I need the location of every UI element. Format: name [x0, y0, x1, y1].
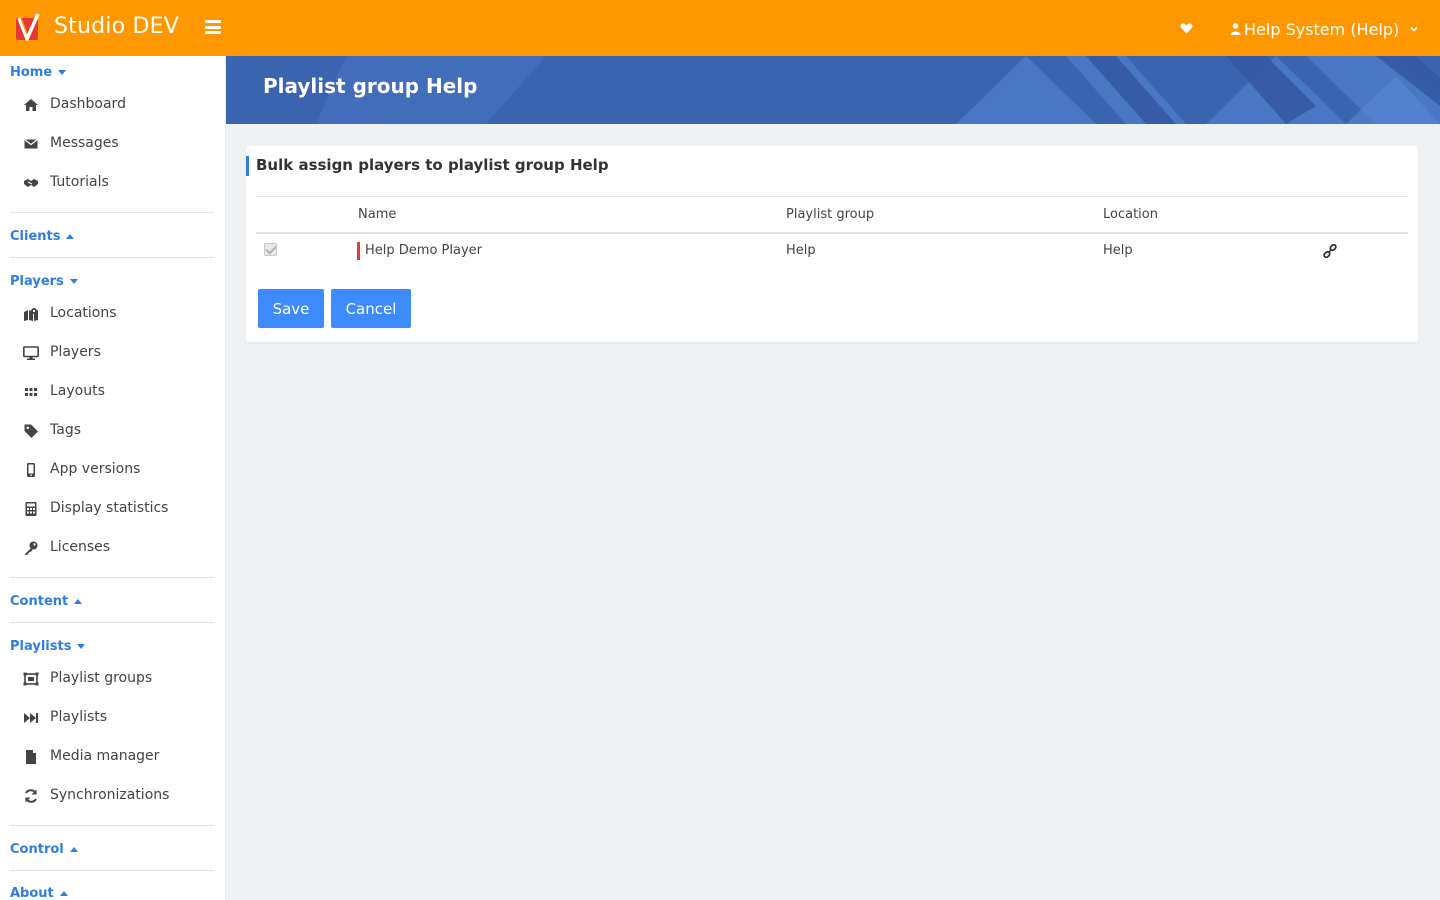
sidebar-item-label: Display statistics [50, 500, 169, 516]
sidebar-item-label: Playlist groups [50, 670, 153, 686]
object-group-icon [23, 672, 39, 686]
sidebar-section-home[interactable]: Home [10, 65, 67, 80]
caret-down-icon [77, 644, 86, 649]
sidebar-item-tutorials[interactable]: Tutorials [0, 168, 225, 198]
column-header-playlist-group[interactable]: Playlist group [786, 207, 874, 222]
caret-down-icon [58, 70, 67, 75]
sidebar-item-label: App versions [50, 461, 141, 477]
sidebar: Home Dashboard Messages Tutorials Client… [0, 56, 226, 900]
caret-up-icon [66, 234, 75, 239]
sidebar-item-playlist-groups[interactable]: Playlist groups [0, 664, 225, 694]
tag-icon [24, 424, 38, 438]
menu-toggle-icon[interactable] [205, 20, 221, 34]
sidebar-item-locations[interactable]: Locations [0, 299, 225, 329]
save-button[interactable]: Save [258, 289, 324, 328]
status-indicator [357, 242, 360, 260]
sidebar-item-media-manager[interactable]: Media manager [0, 742, 225, 772]
location-value: Help [1103, 243, 1133, 258]
section-label: Clients [10, 229, 61, 244]
sidebar-section-about[interactable]: About [10, 886, 68, 900]
sidebar-item-layouts[interactable]: Layouts [0, 377, 225, 407]
sidebar-item-label: Layouts [50, 383, 105, 399]
page-title: Playlist group Help [263, 74, 478, 98]
caret-up-icon [74, 599, 83, 604]
sidebar-item-messages[interactable]: Messages [0, 129, 225, 159]
caret-up-icon [59, 891, 68, 896]
sidebar-item-label: Messages [50, 135, 119, 151]
column-header-location[interactable]: Location [1103, 207, 1158, 222]
home-icon [24, 99, 38, 111]
sidebar-item-licenses[interactable]: Licenses [0, 533, 225, 563]
top-bar: Studio DEV Help System (Help) [0, 0, 1440, 56]
fast-forward-icon [24, 713, 38, 723]
section-label: About [10, 886, 54, 900]
sidebar-divider [10, 577, 214, 578]
sync-icon [25, 789, 37, 803]
section-label: Content [10, 594, 69, 609]
table-header-divider [256, 232, 1408, 234]
caret-down-icon [69, 279, 78, 284]
sidebar-item-synchronizations[interactable]: Synchronizations [0, 781, 225, 811]
sidebar-item-display-statistics[interactable]: Display statistics [0, 494, 225, 524]
calculator-icon [25, 502, 37, 516]
envelope-icon [24, 139, 38, 149]
card-header: Bulk assign players to playlist group He… [246, 146, 1418, 186]
player-name: Help Demo Player [365, 243, 482, 258]
table-top-border [256, 196, 1408, 197]
heart-icon[interactable] [1180, 22, 1193, 35]
sidebar-section-clients[interactable]: Clients [10, 229, 75, 244]
monitor-icon [23, 346, 39, 360]
sidebar-item-label: Tags [50, 422, 81, 438]
user-name: Help System (Help) [1244, 19, 1400, 39]
mobile-icon [27, 463, 35, 477]
card-title: Bulk assign players to playlist group He… [256, 156, 609, 174]
sidebar-section-content[interactable]: Content [10, 594, 83, 609]
sidebar-item-label: Media manager [50, 748, 160, 764]
sidebar-item-label: Licenses [50, 539, 111, 555]
sidebar-divider [10, 825, 214, 826]
sidebar-item-app-versions[interactable]: App versions [0, 455, 225, 485]
sidebar-item-label: Dashboard [50, 96, 126, 112]
sidebar-item-label: Synchronizations [50, 787, 170, 803]
sidebar-item-label: Players [50, 344, 101, 360]
app-title: Studio DEV [54, 14, 179, 39]
user-menu[interactable]: Help System (Help) [1230, 18, 1419, 40]
section-label: Players [10, 274, 64, 289]
key-icon [25, 541, 38, 555]
handshake-icon [24, 179, 38, 187]
playlist-group-value: Help [786, 243, 816, 258]
caret-up-icon [69, 847, 78, 852]
sidebar-divider [10, 622, 214, 623]
header-accent [246, 156, 249, 176]
section-label: Home [10, 65, 53, 80]
link-icon[interactable] [1323, 244, 1337, 258]
user-icon [1230, 23, 1241, 35]
row-checkbox[interactable] [264, 243, 277, 256]
page-banner: Playlist group Help [226, 56, 1440, 124]
cancel-button[interactable]: Cancel [331, 289, 411, 328]
sidebar-item-label: Tutorials [50, 174, 109, 190]
sidebar-section-players[interactable]: Players [10, 274, 78, 289]
sidebar-divider [10, 257, 214, 258]
section-label: Playlists [10, 639, 72, 654]
sidebar-section-control[interactable]: Control [10, 842, 78, 857]
section-label: Control [10, 842, 64, 857]
chevron-down-icon [1410, 26, 1418, 32]
map-marker-icon [24, 308, 38, 321]
sidebar-divider [10, 212, 214, 213]
grid-icon [25, 388, 37, 396]
sidebar-item-playlists[interactable]: Playlists [0, 703, 225, 733]
bulk-assign-card: Bulk assign players to playlist group He… [246, 146, 1418, 342]
sidebar-divider [10, 870, 214, 871]
sidebar-item-label: Locations [50, 305, 117, 321]
sidebar-item-dashboard[interactable]: Dashboard [0, 90, 225, 120]
sidebar-item-label: Playlists [50, 709, 108, 725]
studio-logo-icon[interactable] [14, 12, 42, 44]
sidebar-item-tags[interactable]: Tags [0, 416, 225, 446]
column-header-name[interactable]: Name [358, 207, 396, 222]
sidebar-item-players[interactable]: Players [0, 338, 225, 368]
file-icon [26, 750, 36, 764]
sidebar-section-playlists[interactable]: Playlists [10, 639, 86, 654]
